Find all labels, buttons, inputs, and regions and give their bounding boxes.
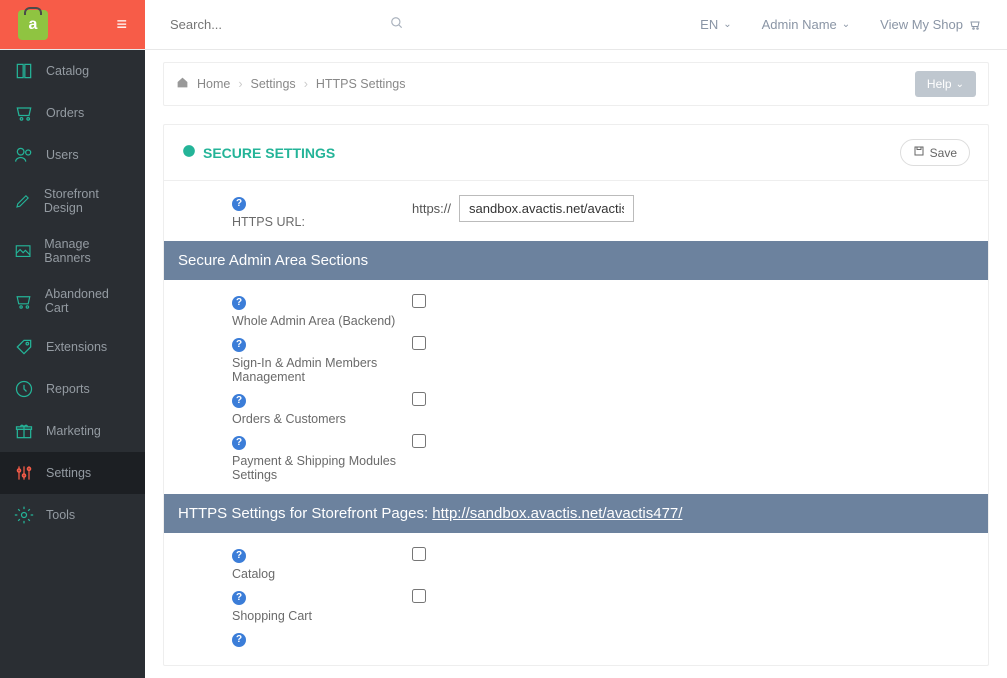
search-input[interactable]: [170, 17, 290, 32]
help-icon[interactable]: ?: [232, 436, 246, 450]
section-store-header: HTTPS Settings for Storefront Pages: htt…: [164, 494, 988, 533]
language-selector[interactable]: EN⌄: [700, 17, 731, 32]
shopping-cart-checkbox[interactable]: [412, 589, 426, 603]
sidebar-item-abandoned[interactable]: Abandoned Cart: [0, 276, 145, 326]
sidebar-item-label: Marketing: [46, 424, 101, 438]
panel-header: SECURE SETTINGS Save: [164, 125, 988, 181]
breadcrumb-home[interactable]: Home: [197, 77, 230, 91]
home-icon: [176, 76, 189, 92]
sliders-icon: [14, 463, 34, 483]
sidebar-item-storefront[interactable]: Storefront Design: [0, 176, 145, 226]
breadcrumb: Home › Settings › HTTPS Settings: [176, 76, 405, 92]
sidebar-item-reports[interactable]: Reports: [0, 368, 145, 410]
settings-panel: SECURE SETTINGS Save ? HTTPS URL: https:…: [163, 124, 989, 666]
help-icon[interactable]: ?: [232, 296, 246, 310]
sidebar-item-banners[interactable]: Manage Banners: [0, 226, 145, 276]
users-icon: [14, 145, 34, 165]
chevron-right-icon: ›: [304, 77, 308, 91]
section-admin-header: Secure Admin Area Sections: [164, 241, 988, 280]
https-url-row: ? HTTPS URL: https://: [164, 191, 988, 233]
sidebar-item-label: Users: [46, 148, 79, 162]
sidebar: Catalog Orders Users Storefront Design M…: [0, 50, 145, 678]
orders-row: ? Orders & Customers: [164, 388, 988, 430]
field-label: Orders & Customers: [232, 412, 346, 426]
panel-title: SECURE SETTINGS: [182, 144, 335, 161]
search-icon[interactable]: [390, 16, 404, 33]
sidebar-item-marketing[interactable]: Marketing: [0, 410, 145, 452]
breadcrumb-row: Home › Settings › HTTPS Settings Help⌄: [163, 62, 989, 106]
https-url-input[interactable]: [459, 195, 634, 222]
sidebar-item-label: Catalog: [46, 64, 89, 78]
menu-toggle-icon[interactable]: ≡: [116, 14, 127, 35]
book-icon: [14, 61, 34, 81]
https-prefix: https://: [412, 201, 451, 216]
signin-checkbox[interactable]: [412, 336, 426, 350]
catalog-checkbox[interactable]: [412, 547, 426, 561]
sidebar-item-settings[interactable]: Settings: [0, 452, 145, 494]
globe-icon: [182, 144, 196, 161]
chevron-right-icon: ›: [238, 77, 242, 91]
logo-area: a ≡: [0, 0, 145, 49]
topbar-right: EN⌄ Admin Name⌄ View My Shop: [145, 0, 1007, 49]
search-area: [170, 16, 404, 33]
pencil-icon: [14, 191, 32, 211]
view-shop-link[interactable]: View My Shop: [880, 17, 982, 32]
help-icon[interactable]: ?: [232, 633, 246, 647]
admin-menu[interactable]: Admin Name⌄: [762, 17, 851, 32]
help-icon[interactable]: ?: [232, 197, 246, 211]
next-row: ?: [164, 627, 988, 655]
field-label: Whole Admin Area (Backend): [232, 314, 395, 328]
main-content: Home › Settings › HTTPS Settings Help⌄ S…: [145, 50, 1007, 678]
clock-icon: [14, 379, 34, 399]
help-icon[interactable]: ?: [232, 549, 246, 563]
sidebar-item-orders[interactable]: Orders: [0, 92, 145, 134]
catalog-row: ? Catalog: [164, 543, 988, 585]
gear-icon: [14, 505, 34, 525]
https-url-control: https://: [412, 195, 970, 222]
cart-icon: [14, 103, 34, 123]
whole-admin-checkbox[interactable]: [412, 294, 426, 308]
orders-checkbox[interactable]: [412, 392, 426, 406]
topbar: a ≡ EN⌄ Admin Name⌄ View My Shop: [0, 0, 1007, 50]
payment-checkbox[interactable]: [412, 434, 426, 448]
cart-icon: [14, 291, 33, 311]
tag-icon: [14, 337, 34, 357]
sidebar-item-label: Settings: [46, 466, 91, 480]
help-button[interactable]: Help⌄: [915, 71, 976, 97]
sidebar-item-label: Storefront Design: [44, 187, 131, 215]
image-icon: [14, 241, 32, 261]
sidebar-item-users[interactable]: Users: [0, 134, 145, 176]
signin-row: ? Sign-In & Admin Members Management: [164, 332, 988, 388]
help-icon[interactable]: ?: [232, 591, 246, 605]
sidebar-item-catalog[interactable]: Catalog: [0, 50, 145, 92]
sidebar-item-label: Tools: [46, 508, 75, 522]
field-label: Catalog: [232, 567, 275, 581]
help-icon[interactable]: ?: [232, 394, 246, 408]
sidebar-item-extensions[interactable]: Extensions: [0, 326, 145, 368]
https-url-label: ? HTTPS URL:: [182, 195, 412, 229]
panel-body: ? HTTPS URL: https:// Secure Admin Area …: [164, 181, 988, 665]
sidebar-item-tools[interactable]: Tools: [0, 494, 145, 536]
sidebar-item-label: Manage Banners: [44, 237, 131, 265]
field-label: Sign-In & Admin Members Management: [232, 356, 377, 384]
sidebar-item-label: Extensions: [46, 340, 107, 354]
payment-row: ? Payment & Shipping Modules Settings: [164, 430, 988, 486]
sidebar-item-label: Reports: [46, 382, 90, 396]
save-button[interactable]: Save: [900, 139, 970, 166]
cart-icon: [968, 19, 982, 31]
top-links: EN⌄ Admin Name⌄ View My Shop: [700, 17, 982, 32]
admin-area-row: ? Whole Admin Area (Backend): [164, 290, 988, 332]
help-icon[interactable]: ?: [232, 338, 246, 352]
sidebar-item-label: Abandoned Cart: [45, 287, 131, 315]
logo-icon[interactable]: a: [18, 10, 48, 40]
sidebar-item-label: Orders: [46, 106, 84, 120]
cart-row: ? Shopping Cart: [164, 585, 988, 627]
field-label: Shopping Cart: [232, 609, 312, 623]
gift-icon: [14, 421, 34, 441]
field-label: Payment & Shipping Modules Settings: [232, 454, 396, 482]
breadcrumb-settings[interactable]: Settings: [251, 77, 296, 91]
breadcrumb-current: HTTPS Settings: [316, 77, 406, 91]
storefront-url-link[interactable]: http://sandbox.avactis.net/avactis477/: [432, 505, 682, 522]
save-icon: [913, 145, 925, 160]
